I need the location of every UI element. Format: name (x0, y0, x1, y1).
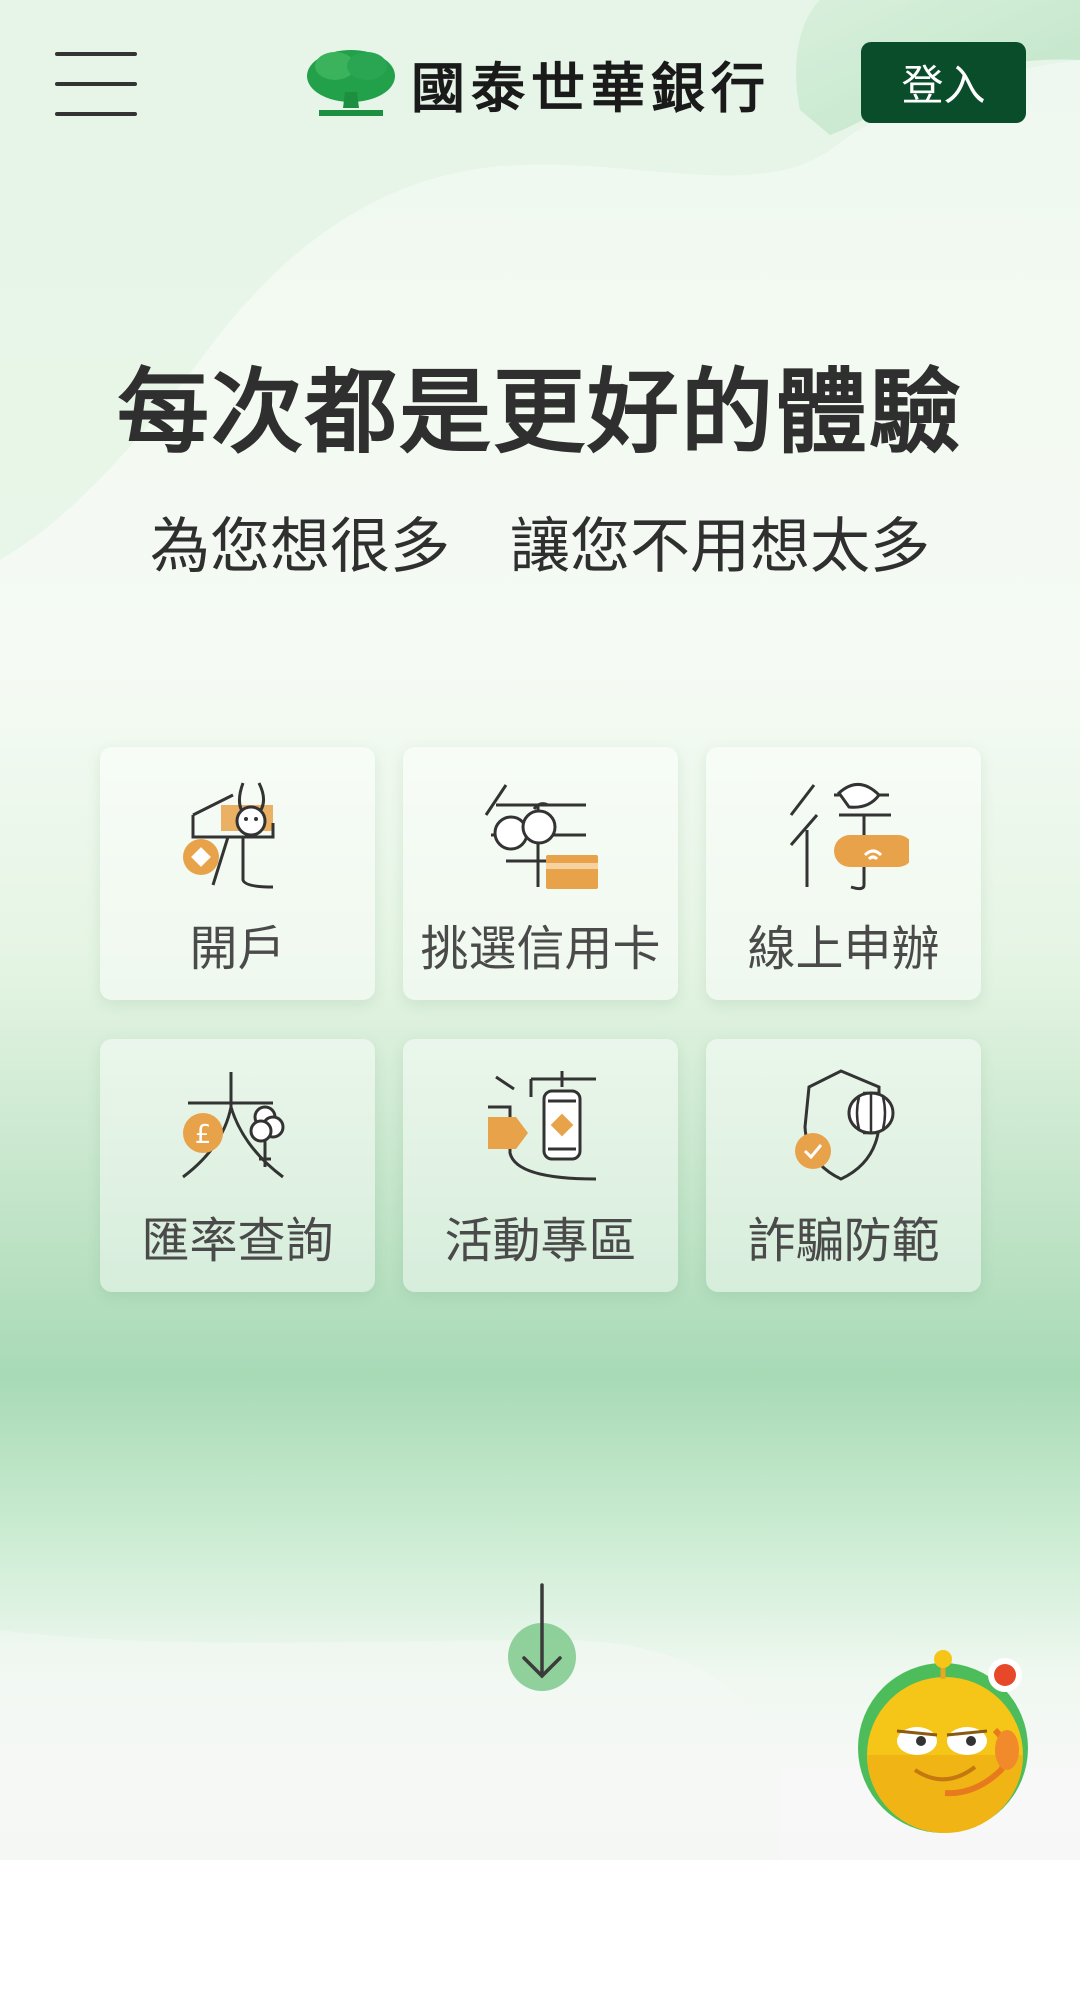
chatbot-mascot-button[interactable] (855, 1645, 1040, 1835)
rabbit-icon (182, 782, 274, 889)
tile-label: 活動專區 (444, 1213, 637, 1269)
hamburger-menu-button[interactable] (50, 48, 140, 118)
login-button[interactable]: 登入 (861, 42, 1026, 123)
tile-label: 線上申辦 (747, 921, 940, 977)
tile-label: 詐騙防範 (747, 1213, 940, 1269)
tile-label: 開戶 (189, 921, 286, 977)
bird-phone-icon (789, 783, 909, 891)
tile-exchange-rate[interactable]: £ 匯率查詢 (100, 1039, 375, 1292)
shield-lantern-icon (794, 1069, 894, 1181)
arrow-down-icon (508, 1583, 576, 1691)
top-header: 國泰世華銀行 登入 (0, 0, 1080, 170)
scroll-down-button[interactable] (507, 1580, 577, 1692)
svg-text:£: £ (194, 1120, 211, 1150)
lantern-icon (487, 1071, 596, 1181)
tile-promotions[interactable]: 活動專區 (403, 1039, 678, 1292)
tile-fraud-prevention[interactable]: 詐騙防範 (706, 1039, 981, 1292)
tile-label: 匯率查詢 (141, 1213, 334, 1269)
pound-coin-icon: £ (181, 1072, 284, 1179)
tile-choose-credit-card[interactable]: 挑選信用卡 (403, 747, 678, 1000)
hero-title: 每次都是更好的體驗 (116, 359, 963, 466)
tile-open-account[interactable]: 開戶 (100, 747, 375, 1000)
hero-subtitle: 為您想很多 讓您不用想太多 (150, 512, 930, 582)
tile-label: 挑選信用卡 (420, 921, 661, 977)
bank-logo[interactable]: 國泰世華銀行 (305, 48, 771, 120)
mascot-icon (858, 1650, 1028, 1833)
tile-online-application[interactable]: 線上申辦 (706, 747, 981, 1000)
brand-name: 國泰世華銀行 (411, 56, 771, 120)
orange-card-icon (484, 784, 598, 889)
page: 國泰世華銀行 登入 每次都是更好的體驗 為您想很多 讓您不用想太多 開戶 挑選信… (0, 0, 1080, 1860)
tree-logo-icon (307, 50, 395, 116)
